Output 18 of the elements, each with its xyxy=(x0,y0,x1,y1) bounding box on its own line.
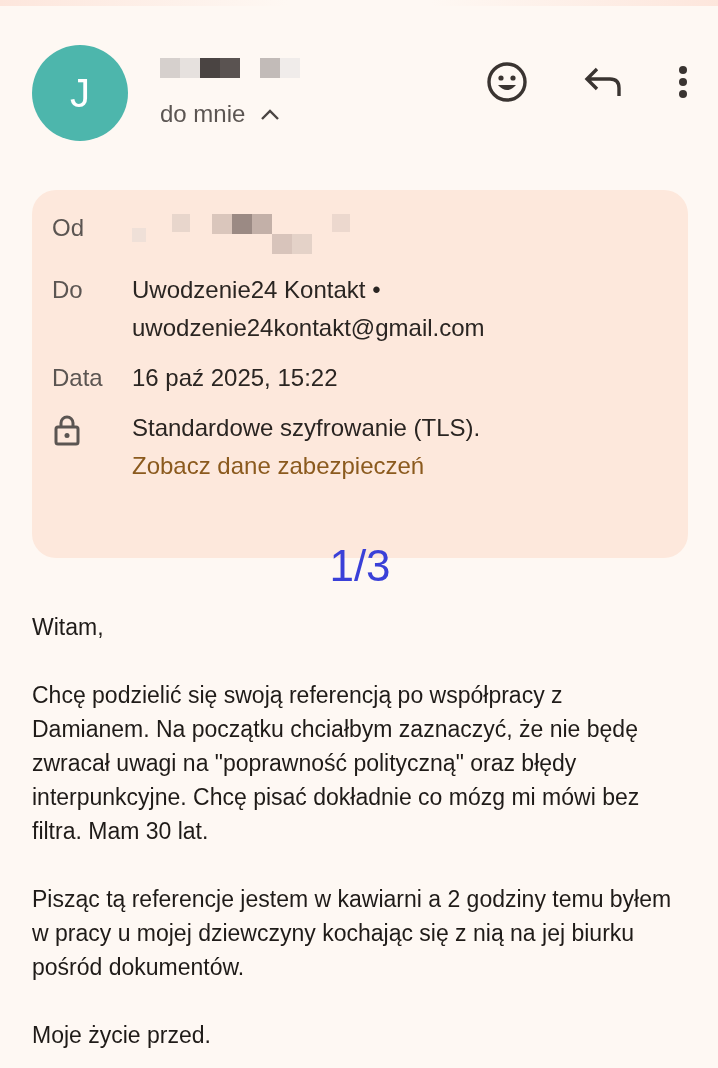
field-label: Data xyxy=(52,364,104,392)
recipient-name: Uwodzenie24 Kontakt • xyxy=(132,276,382,304)
message-paragraph: Chcę podzielić się swoją referencją po współpracy z Damianem. Na początku chciałbym zaznaczyć, że nie będę zwracał uwagi na "poprawność polityczną" oraz błędy interpunkcyjne. Chcę pisać dokładnie co mózg mi mówi bez filtra. Mam 30 lat. xyxy=(32,681,641,846)
message-paragraph: Witam, xyxy=(32,613,105,642)
security-details-link[interactable]: Zobacz dane zabezpieczeń xyxy=(132,452,668,480)
field-label: Do xyxy=(52,276,84,305)
emoji-icon[interactable] xyxy=(486,61,528,103)
date-value: 16 paź 2025, 15:22 xyxy=(132,364,339,392)
reply-icon[interactable] xyxy=(584,66,622,98)
message-paragraph: Moje życie przed. xyxy=(32,1021,212,1050)
field-label: Od xyxy=(52,214,85,243)
encryption-text: Standardowe szyfrowanie (TLS). xyxy=(132,414,482,442)
more-icon[interactable] xyxy=(678,65,688,99)
lock-icon xyxy=(54,414,80,446)
recipient-label: do mnie xyxy=(160,100,246,128)
message-paragraph: Pisząc tą referencje jestem w kawiarni a 2 godziny temu byłem w pracy u mojej dziewczyny kochając się z nią na jej biurku pośród dokumentów. xyxy=(32,885,673,982)
page-marker: 1/3 xyxy=(329,544,391,588)
recipient-email: uwodzenie24kontakt@gmail.com xyxy=(132,314,486,342)
